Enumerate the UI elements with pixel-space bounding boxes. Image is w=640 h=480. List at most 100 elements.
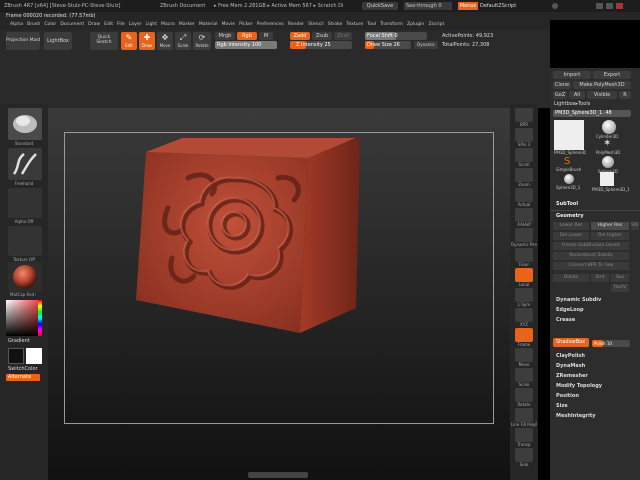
export-button[interactable]: Export bbox=[593, 71, 631, 79]
simplebrush-icon[interactable]: S bbox=[564, 156, 570, 167]
geometry-zremesher-button[interactable]: ZRemesher bbox=[553, 372, 631, 381]
switch-color-button[interactable]: SwitchColor bbox=[8, 366, 38, 372]
document-canvas[interactable] bbox=[48, 108, 510, 480]
menu-item-file[interactable]: File bbox=[115, 22, 127, 29]
menu-item-layer[interactable]: Layer bbox=[127, 22, 144, 29]
main-color-swatch[interactable] bbox=[8, 348, 24, 364]
menu-item-macro[interactable]: Macro bbox=[159, 22, 177, 29]
sculpted-cube[interactable] bbox=[128, 138, 368, 348]
secondary-color-swatch[interactable] bbox=[26, 348, 42, 364]
tool-thumb-sphere[interactable] bbox=[602, 156, 614, 168]
shelf-button-move[interactable] bbox=[515, 348, 533, 362]
shelf-button-actual[interactable] bbox=[515, 188, 533, 202]
shelf-button-xyz[interactable] bbox=[515, 308, 533, 322]
m-button[interactable]: M bbox=[259, 32, 273, 40]
shelf-button-bpr[interactable] bbox=[515, 108, 533, 122]
rotate-button[interactable]: ⟳ Rotate bbox=[193, 32, 211, 50]
menu-item-zscript[interactable]: Zscript bbox=[426, 22, 446, 29]
shelf-button-scroll[interactable] bbox=[515, 148, 533, 162]
draw-size-slider[interactable]: Draw Size 26 bbox=[365, 41, 411, 49]
draw-button[interactable]: ✚ Draw bbox=[139, 32, 155, 50]
sdiv-slider[interactable]: SDiv bbox=[631, 222, 639, 230]
shelf-button-l-sym[interactable] bbox=[515, 288, 533, 302]
hue-strip[interactable] bbox=[38, 300, 42, 336]
dynamic-button[interactable]: Dynamic bbox=[414, 41, 438, 49]
current-tool-slider[interactable]: PM3D_Sphere3D_1. 48 bbox=[553, 110, 631, 117]
smt-button[interactable]: Smt bbox=[591, 274, 609, 282]
edit-button[interactable]: ✎ Edit bbox=[121, 32, 137, 50]
menus-button[interactable]: Menus bbox=[458, 2, 478, 10]
menu-item-transform[interactable]: Transform bbox=[378, 22, 405, 29]
maximize-icon[interactable] bbox=[606, 3, 613, 9]
move-button[interactable]: ✥ Move bbox=[157, 32, 173, 50]
make-polymesh-button[interactable]: Make PolyMesh3D bbox=[573, 81, 631, 89]
tool-thumb-pm3d[interactable] bbox=[600, 172, 614, 186]
quicksave-button[interactable]: QuickSave bbox=[362, 2, 398, 10]
geometry-dynamic-subdiv-button[interactable]: Dynamic Subdiv bbox=[553, 296, 631, 305]
shelf-button-scale[interactable] bbox=[515, 368, 533, 382]
menu-item-texture[interactable]: Texture bbox=[344, 22, 365, 29]
menu-item-draw[interactable]: Draw bbox=[86, 22, 102, 29]
geometry-header[interactable]: Geometry bbox=[556, 213, 584, 219]
menu-item-render[interactable]: Render bbox=[286, 22, 306, 29]
canvas-scrollbar[interactable] bbox=[248, 472, 308, 478]
geometry-edgeloop-button[interactable]: EdgeLoop bbox=[553, 306, 631, 315]
lightbox-tools-button[interactable]: Lightbox▸Tools bbox=[554, 101, 590, 107]
subtool-header[interactable]: SubTool bbox=[556, 201, 578, 207]
tool-thumb-current[interactable] bbox=[554, 120, 584, 150]
quick-sketch-button[interactable]: Quick Sketch bbox=[90, 32, 118, 50]
shelf-button-solo[interactable] bbox=[515, 448, 533, 462]
close-icon[interactable] bbox=[616, 3, 623, 9]
menu-item-marker[interactable]: Marker bbox=[177, 22, 197, 29]
menu-item-tool[interactable]: Tool bbox=[365, 22, 378, 29]
shelf-button-aahalf[interactable] bbox=[515, 208, 533, 222]
reconstruct-subdiv-button[interactable]: Reconstruct Subdiv bbox=[553, 252, 629, 260]
shelf-button-zoom[interactable] bbox=[515, 168, 533, 182]
see-through-slider[interactable]: See-through 0 bbox=[404, 2, 452, 10]
menu-item-brush[interactable]: Brush bbox=[25, 22, 42, 29]
shelf-button-transp[interactable] bbox=[515, 428, 533, 442]
shadowbox-button[interactable]: ShadowBox bbox=[553, 338, 589, 347]
geometry-size-button[interactable]: Size bbox=[553, 402, 631, 411]
clone-button[interactable]: Clone bbox=[553, 81, 571, 89]
divide-button[interactable]: Divide bbox=[553, 274, 589, 282]
del-lower-button[interactable]: Del Lower bbox=[553, 232, 589, 240]
stroke-slot[interactable] bbox=[8, 148, 42, 180]
menu-item-alpha[interactable]: Alpha bbox=[8, 22, 25, 29]
shelf-button-line-fill-polyf[interactable] bbox=[515, 408, 533, 422]
menu-item-document[interactable]: Document bbox=[58, 22, 86, 29]
import-button[interactable]: Import bbox=[553, 71, 591, 79]
zadd-button[interactable]: Zadd bbox=[290, 32, 310, 40]
zsub-button[interactable]: Zsub bbox=[312, 32, 332, 40]
menu-item-light[interactable]: Light bbox=[144, 22, 159, 29]
menu-item-edit[interactable]: Edit bbox=[102, 22, 115, 29]
material-slot[interactable] bbox=[8, 262, 42, 292]
reuv-button[interactable]: ReUV bbox=[611, 284, 629, 292]
mrgb-button[interactable]: Mrgb bbox=[215, 32, 235, 40]
texture-slot[interactable] bbox=[8, 226, 42, 256]
shelf-button-frame[interactable] bbox=[515, 328, 533, 342]
r-button[interactable]: R bbox=[619, 91, 631, 99]
menu-item-stencil[interactable]: Stencil bbox=[306, 22, 326, 29]
star-polymesh-icon[interactable]: ✶ bbox=[603, 138, 611, 149]
shelf-button-dynamic-persp[interactable] bbox=[515, 228, 533, 242]
del-higher-button[interactable]: Del Higher bbox=[591, 232, 629, 240]
shelf-button-floor[interactable] bbox=[515, 248, 533, 262]
menu-item-material[interactable]: Material bbox=[197, 22, 220, 29]
menu-item-preferences[interactable]: Preferences bbox=[255, 22, 286, 29]
default-zscript-button[interactable]: DefaultZScript bbox=[480, 3, 522, 9]
higher-res-button[interactable]: Higher Res bbox=[591, 222, 629, 230]
all-button[interactable]: All bbox=[569, 91, 585, 99]
visible-button[interactable]: Visible bbox=[587, 91, 617, 99]
convert-bpr-button[interactable]: Convert BPR To Geo bbox=[553, 262, 629, 270]
goz-button[interactable]: GoZ bbox=[553, 91, 567, 99]
polish-slider[interactable]: Polish 10 bbox=[592, 340, 630, 347]
menu-item-stroke[interactable]: Stroke bbox=[326, 22, 345, 29]
alpha-slot[interactable] bbox=[8, 188, 42, 218]
minimize-icon[interactable] bbox=[596, 3, 603, 9]
scale-button[interactable]: ⤢ Scale bbox=[175, 32, 191, 50]
rgb-button[interactable]: Rgb bbox=[237, 32, 257, 40]
focal-shift-slider[interactable]: Focal Shift 0 bbox=[365, 32, 427, 40]
freeze-subdiv-button[interactable]: Freeze SubDivision Levels bbox=[553, 242, 629, 250]
zcut-button[interactable]: Zcut bbox=[334, 32, 352, 40]
